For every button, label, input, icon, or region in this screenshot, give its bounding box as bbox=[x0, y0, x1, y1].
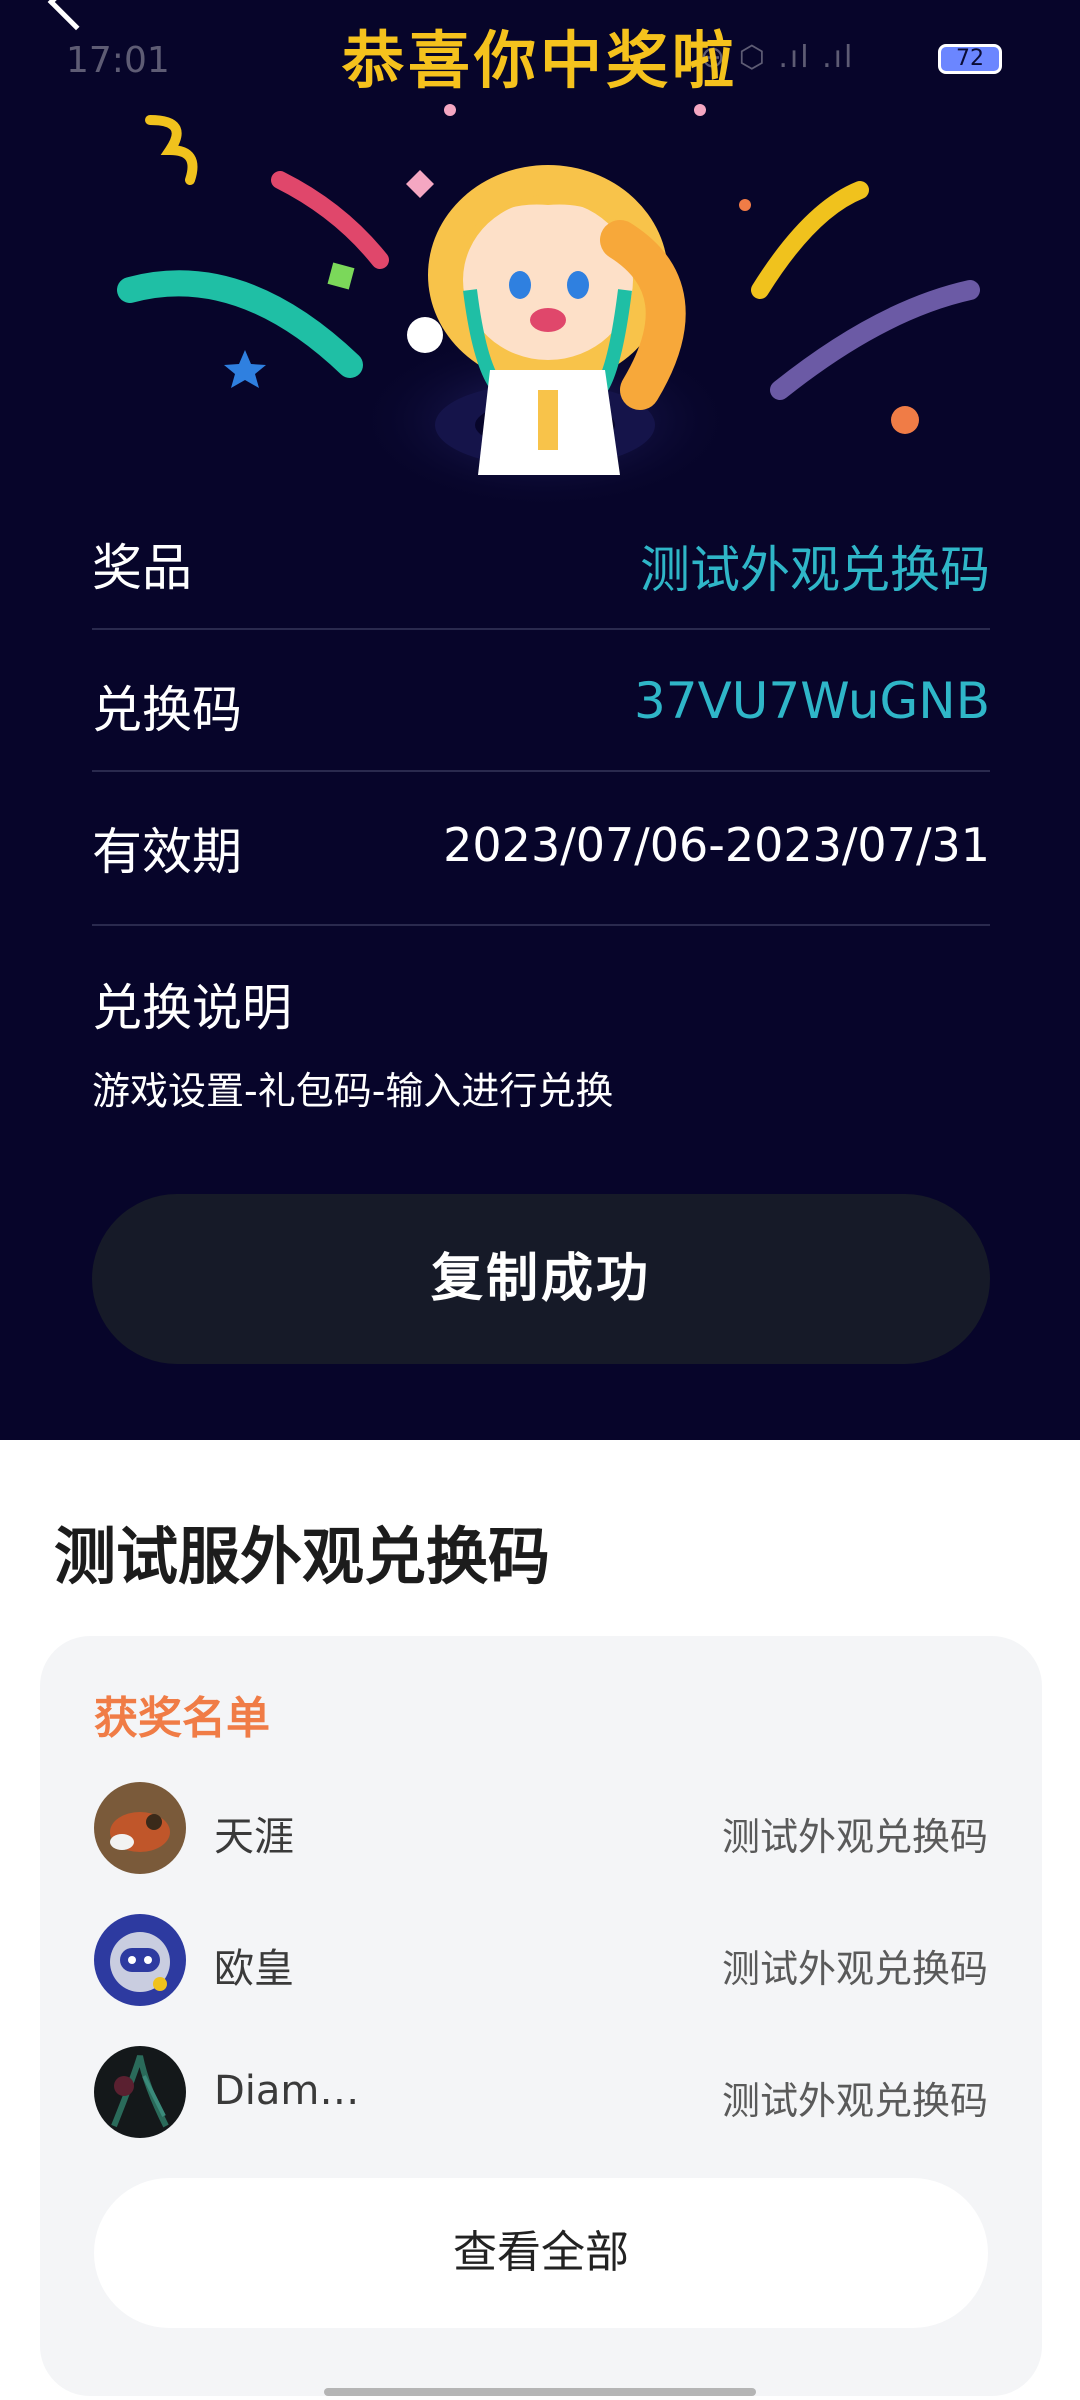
winner-name: 天涯 bbox=[214, 1814, 294, 1860]
redeem-code-value[interactable]: 37VU7WuGNB bbox=[634, 672, 990, 730]
prize-value: 测试外观兑换码 bbox=[640, 541, 990, 599]
instruction-text: 游戏设置-礼包码-输入进行兑换 bbox=[92, 1069, 614, 1113]
winner-name: 欧皇 bbox=[214, 1946, 294, 1992]
winner-prize: 测试外观兑换码 bbox=[721, 2079, 988, 2123]
event-title: 测试服外观兑换码 bbox=[54, 1520, 551, 1593]
validity-label: 有效期 bbox=[92, 823, 242, 881]
view-all-button[interactable]: 查看全部 bbox=[94, 2178, 988, 2328]
instruction-title: 兑换说明 bbox=[92, 979, 292, 1037]
validity-row: 有效期 2023/07/06-2023/07/31 bbox=[92, 774, 990, 926]
winner-prize: 测试外观兑换码 bbox=[721, 1947, 988, 1991]
celebration-illustration bbox=[117, 104, 980, 510]
congrats-title: 恭喜你中奖啦 bbox=[341, 24, 738, 97]
winners-card: 获奖名单 天涯 测试外观兑换码 欧皇 测试外观兑换码 Diam… 测试外观兑换码… bbox=[40, 1636, 1042, 2396]
winner-item[interactable]: Diam… 测试外观兑换码 bbox=[94, 2046, 988, 2146]
avatar bbox=[94, 2046, 186, 2138]
prize-panel: 17:01 ⊕ ⬡ .ıl .ıl 72 恭喜你中奖啦 奖品 测试外观兑换码 兑… bbox=[0, 0, 1080, 1440]
winner-name: Diam… bbox=[214, 2068, 360, 2114]
winners-title: 获奖名单 bbox=[94, 1693, 270, 1744]
copy-code-button[interactable]: 复制成功 bbox=[92, 1194, 990, 1364]
winner-item[interactable]: 天涯 测试外观兑换码 bbox=[94, 1782, 988, 1882]
avatar bbox=[94, 1914, 186, 2006]
avatar bbox=[94, 1782, 186, 1874]
prize-label: 奖品 bbox=[92, 539, 192, 597]
winner-prize: 测试外观兑换码 bbox=[721, 1815, 988, 1859]
code-row: 兑换码 37VU7WuGNB bbox=[92, 632, 990, 772]
code-label: 兑换码 bbox=[92, 681, 242, 739]
home-indicator[interactable] bbox=[324, 2388, 756, 2396]
prize-row: 奖品 测试外观兑换码 bbox=[92, 490, 990, 630]
winner-item[interactable]: 欧皇 测试外观兑换码 bbox=[94, 1914, 988, 2014]
validity-value: 2023/07/06-2023/07/31 bbox=[443, 818, 990, 872]
event-section: 测试服外观兑换码 获奖名单 天涯 测试外观兑换码 欧皇 测试外观兑换码 Diam… bbox=[0, 1440, 1080, 2400]
